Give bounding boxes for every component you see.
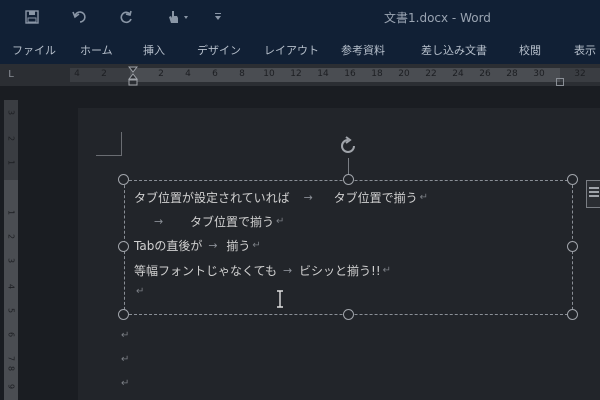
ruler-tick: 9 (6, 383, 16, 390)
text-before-tab: Tabの直後が (134, 239, 203, 253)
tab-references[interactable]: 参考資料 (341, 42, 385, 58)
resize-handle-right[interactable] (567, 241, 578, 252)
tab-insert[interactable]: 挿入 (143, 42, 165, 58)
paragraph-mark: ↵ (419, 192, 429, 203)
text-line[interactable]: → タブ位置で揃う ↵ (134, 213, 284, 230)
text-line[interactable]: 等幅フォントじゃなくても → ビシッと揃う!! ↵ (134, 262, 391, 279)
ruler-tick: 24 (452, 69, 464, 79)
paragraph-mark: ↵ (121, 354, 130, 365)
resize-handle-bottom-left[interactable] (118, 309, 129, 320)
ruler-tick: 2 (6, 233, 16, 240)
ruler-tick: 14 (317, 69, 329, 79)
ibeam-cursor-icon (277, 290, 283, 308)
paragraph-mark: ↵ (121, 378, 130, 389)
page-margin-corner (96, 132, 122, 156)
ruler-tick: 4 (6, 283, 16, 290)
customize-qat-icon[interactable] (210, 6, 226, 28)
paragraph-mark: ↵ (121, 330, 130, 341)
tab-arrow-icon: → (283, 264, 293, 277)
paragraph-mark: ↵ (276, 216, 285, 227)
ruler-tick: 6 (212, 69, 218, 79)
horizontal-ruler[interactable]: 4 2 2 4 6 8 10 12 14 16 18 20 22 24 26 2… (70, 68, 600, 82)
tab-layout[interactable]: レイアウト (264, 42, 319, 58)
vertical-ruler[interactable]: 3 2 1 1 2 3 4 5 6 7 8 9 (4, 100, 18, 400)
tab-arrow-icon: → (303, 191, 313, 204)
title-bar: 文書1.docx - Word (0, 0, 600, 34)
ruler-tick: 16 (344, 69, 356, 79)
window-title: 文書1.docx - Word (384, 11, 491, 25)
ruler-tick: 18 (371, 69, 383, 79)
tab-mailings[interactable]: 差し込み文書 (421, 42, 487, 58)
redo-icon[interactable] (114, 6, 138, 28)
ruler-tick: 4 (185, 69, 191, 79)
ribbon-tabs: ファイル ホーム 挿入 デザイン レイアウト 参考資料 差し込み文書 校閲 表示 (0, 34, 600, 64)
touch-mode-icon[interactable] (162, 6, 194, 28)
paragraph-mark: ↵ (252, 240, 261, 251)
ruler-tick: 2 (158, 69, 164, 79)
ruler-tick: 28 (506, 69, 518, 79)
tab-review[interactable]: 校閲 (519, 42, 541, 58)
resize-handle-top[interactable] (343, 174, 354, 185)
ruler-tick: 12 (290, 69, 302, 79)
tab-selector-button[interactable]: L (4, 68, 18, 82)
save-icon[interactable] (20, 6, 44, 28)
tab-design[interactable]: デザイン (197, 42, 241, 58)
ruler-tick: 1 (6, 209, 16, 216)
ruler-tick: 3 (6, 109, 16, 116)
paragraph-mark: ↵ (382, 265, 392, 276)
resize-handle-top-left[interactable] (118, 174, 129, 185)
tab-view[interactable]: 表示 (574, 42, 596, 58)
ruler-tick: 30 (533, 69, 545, 79)
text-after-tab: タブ位置で揃う (333, 191, 418, 205)
ruler-tick: 26 (479, 69, 491, 79)
ruler-tick: 1 (6, 159, 16, 166)
rotate-handle-icon[interactable] (336, 134, 360, 158)
text-after-tab: タブ位置で揃う (190, 215, 275, 229)
ruler-tick: 2 (101, 69, 107, 79)
ruler-tick: 4 (74, 69, 80, 79)
ruler-tick: 10 (263, 69, 275, 79)
resize-handle-bottom-right[interactable] (567, 309, 578, 320)
ruler-tick: 8 (6, 365, 16, 372)
ruler-tick: 20 (398, 69, 410, 79)
text-before-tab: 等幅フォントじゃなくても (134, 264, 278, 278)
tab-home[interactable]: ホーム (80, 42, 113, 58)
undo-icon[interactable] (68, 6, 92, 28)
tab-arrow-icon: → (154, 215, 164, 228)
resize-handle-top-right[interactable] (567, 174, 578, 185)
tab-file[interactable]: ファイル (12, 42, 56, 58)
paragraph-mark: ↵ (136, 286, 145, 297)
tab-arrow-icon: → (208, 239, 218, 252)
ruler-tick: 6 (6, 331, 16, 338)
ruler-tick: 2 (6, 135, 16, 142)
text-line[interactable]: Tabの直後が → 揃う ↵ (134, 237, 261, 254)
ruler-tick: 22 (425, 69, 437, 79)
text-line[interactable]: タブ位置が設定されていれば → タブ位置で揃う ↵ (134, 189, 428, 206)
ruler-tick: 3 (6, 257, 16, 264)
resize-handle-bottom[interactable] (343, 309, 354, 320)
right-margin-marker[interactable] (556, 78, 564, 86)
ruler-tick: 32 (574, 69, 586, 79)
layout-options-button[interactable] (586, 180, 600, 208)
ruler-bar: L 4 2 2 4 6 8 10 12 14 16 18 20 22 24 26… (0, 64, 600, 86)
text-line[interactable]: ↵ (134, 286, 144, 297)
text-after-tab: 揃う (226, 239, 251, 253)
ruler-tick: 8 (239, 69, 245, 79)
resize-handle-left[interactable] (118, 241, 129, 252)
text-before-tab: タブ位置が設定されていれば (134, 191, 290, 205)
indent-marker-icon[interactable] (128, 66, 138, 86)
text-after-tab: ビシッと揃う!! (299, 264, 381, 278)
ruler-tick: 5 (6, 307, 16, 314)
